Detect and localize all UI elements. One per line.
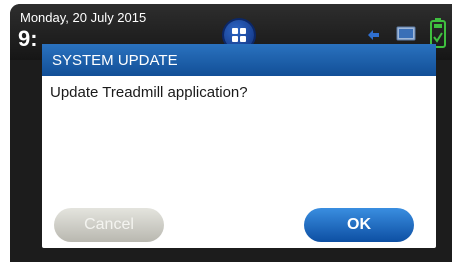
ok-button[interactable]: OK xyxy=(304,208,414,242)
status-date: Monday, 20 July 2015 xyxy=(20,10,147,25)
dialog-header: SYSTEM UPDATE xyxy=(42,44,436,76)
cancel-button[interactable]: Cancel xyxy=(54,208,164,242)
device-screen: Monday, 20 July 2015 9: SYSTEM UPDATE Up… xyxy=(10,4,452,262)
grid-home-icon-cell xyxy=(232,36,238,42)
dialog-message: Update Treadmill application? xyxy=(50,84,248,101)
status-time: 9: xyxy=(18,26,38,51)
grid-home-icon-cell xyxy=(240,36,246,42)
dialog-title: SYSTEM UPDATE xyxy=(52,52,178,69)
grid-home-icon-cell xyxy=(240,28,246,34)
grid-home-icon xyxy=(232,28,238,34)
system-update-dialog: SYSTEM UPDATE Update Treadmill applicati… xyxy=(42,44,436,248)
device-bezel: Monday, 20 July 2015 9: SYSTEM UPDATE Up… xyxy=(0,0,452,262)
